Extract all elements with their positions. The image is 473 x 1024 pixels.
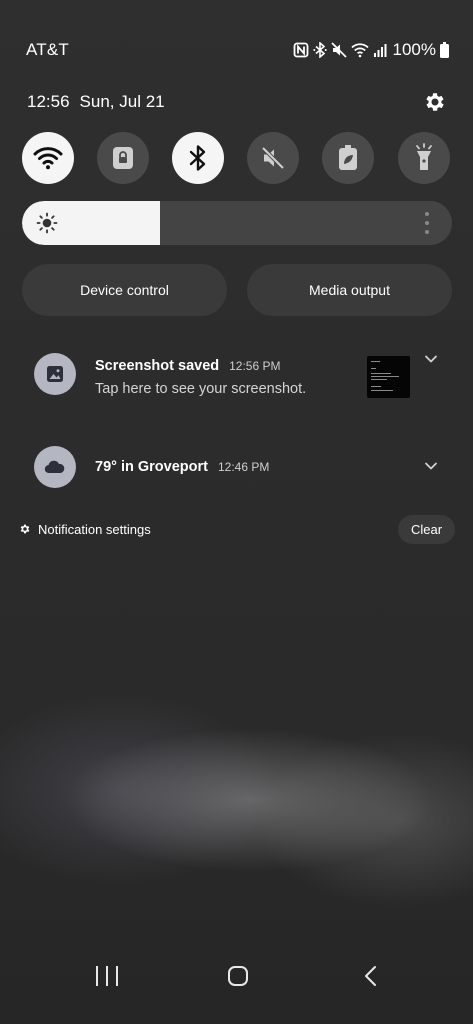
- notification-shade: AT&T 100% 12:56 Sun, Jul 21 Device contr…: [0, 0, 473, 1024]
- gear-icon: [426, 93, 444, 111]
- toggle-secure-folder[interactable]: [97, 132, 149, 184]
- wifi-icon: [33, 147, 63, 170]
- battery-icon: [440, 42, 449, 58]
- toggle-bluetooth[interactable]: [172, 132, 224, 184]
- screenshot-thumbnail[interactable]: [367, 356, 410, 398]
- brightness-slider[interactable]: [22, 201, 452, 245]
- notification-settings-link[interactable]: Notification settings: [19, 520, 151, 538]
- notification-screenshot[interactable]: Screenshot saved 12:56 PM Tap here to see…: [22, 340, 452, 408]
- media-output-button[interactable]: Media output: [247, 264, 452, 316]
- toggle-sound[interactable]: [247, 132, 299, 184]
- notification-text: Tap here to see your screenshot.: [95, 381, 307, 397]
- settings-button[interactable]: [421, 88, 449, 116]
- notification-title-text: 79° in Groveport: [95, 459, 208, 475]
- notification-title-text: Screenshot saved: [95, 358, 220, 374]
- home-button[interactable]: [228, 966, 248, 986]
- signal-icon: [373, 44, 387, 57]
- notification-weather[interactable]: 79° in Groveport 12:46 PM: [22, 433, 452, 501]
- clock-date: 12:56 Sun, Jul 21: [27, 92, 165, 112]
- header-row: 12:56 Sun, Jul 21: [27, 89, 449, 115]
- carrier-name: AT&T: [26, 40, 69, 59]
- status-icons: 100%: [293, 40, 449, 60]
- quick-toggles: [22, 132, 452, 184]
- toggle-flashlight[interactable]: [398, 132, 450, 184]
- image-icon: [47, 366, 63, 382]
- notification-title: Screenshot saved 12:56 PM: [95, 358, 281, 374]
- bluetooth-icon: [312, 42, 327, 58]
- flashlight-icon: [416, 143, 432, 170]
- bluetooth-icon: [189, 145, 206, 171]
- wifi-icon: [350, 43, 369, 58]
- sun-icon: [36, 212, 58, 234]
- notification-app-icon: [34, 353, 76, 395]
- back-button[interactable]: [362, 965, 380, 987]
- notification-time: 12:56 PM: [229, 359, 281, 373]
- notification-title: 79° in Groveport 12:46 PM: [95, 459, 269, 475]
- mute-icon: [261, 146, 285, 170]
- cloud-icon: [44, 460, 65, 474]
- nfc-icon: [293, 42, 308, 58]
- more-options-icon[interactable]: [424, 212, 430, 234]
- chevron-down-icon[interactable]: [424, 352, 438, 366]
- notification-time: 12:46 PM: [217, 460, 270, 474]
- notification-app-icon: [34, 446, 76, 488]
- notification-settings-label: Notification settings: [38, 521, 151, 537]
- recents-button[interactable]: [96, 966, 118, 986]
- lock-icon: [113, 147, 133, 169]
- date[interactable]: Sun, Jul 21: [80, 92, 165, 111]
- battery-percent: 100%: [392, 40, 436, 59]
- battery-leaf-icon: [339, 145, 357, 170]
- chevron-down-icon[interactable]: [424, 459, 438, 473]
- clock[interactable]: 12:56: [27, 92, 70, 111]
- mute-icon: [330, 42, 347, 58]
- gear-icon: [20, 524, 30, 534]
- toggle-power-saving[interactable]: [322, 132, 374, 184]
- toggle-wifi[interactable]: [22, 132, 74, 184]
- navigation-bar: [0, 954, 473, 1024]
- clear-button[interactable]: Clear: [398, 515, 455, 544]
- device-control-button[interactable]: Device control: [22, 264, 227, 316]
- status-bar: AT&T 100%: [26, 38, 449, 62]
